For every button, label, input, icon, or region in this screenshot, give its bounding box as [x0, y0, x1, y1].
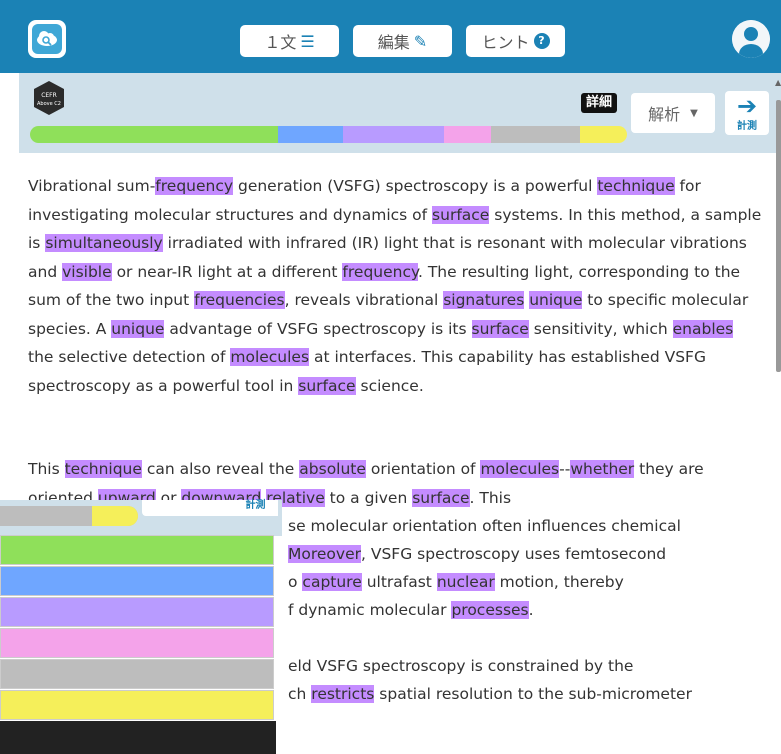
highlighted-word[interactable]: restricts	[311, 685, 375, 703]
text-run: to a given	[324, 488, 413, 507]
highlighted-word[interactable]: unique	[529, 291, 583, 309]
text-run: can also reveal the	[141, 460, 300, 478]
text-line: se molecular orientation often influence…	[288, 512, 681, 541]
overlay-color-row	[0, 721, 276, 754]
text-run: f dynamic molecular	[288, 601, 452, 619]
cefr-distribution-bar	[30, 126, 627, 143]
text-run: advantage of VSFG spectroscopy is its	[164, 319, 472, 338]
sentence-mode-button[interactable]: １文 ☰	[240, 25, 339, 57]
text-run: ultrafast	[361, 573, 437, 591]
edit-label: 編集	[377, 33, 410, 52]
measure-label: 計測	[737, 120, 757, 132]
text-run: . This	[469, 488, 512, 507]
overlay-color-row	[0, 659, 274, 689]
overlay-measure-button[interactable]: 計測	[233, 500, 278, 516]
text-line: Moreover, VSFG spectroscopy uses femtose…	[288, 540, 666, 569]
paragraph-1: Vibrational sum-frequency generation (VS…	[28, 172, 763, 400]
edit-button[interactable]: 編集 ✎	[353, 25, 452, 57]
cefr-bar-segment	[491, 126, 580, 143]
highlighted-word[interactable]: absolute	[299, 460, 366, 478]
overlay-color-row	[0, 535, 274, 565]
highlighted-word[interactable]: frequencies	[194, 291, 285, 309]
user-avatar-icon[interactable]	[732, 20, 770, 58]
cefr-badge-line1: CEFR	[41, 92, 57, 99]
overlay-color-row	[0, 597, 274, 627]
text-run: the selective detection of	[28, 348, 231, 366]
analysis-dropdown[interactable]: 解析 ▼	[631, 93, 715, 133]
scroll-up-icon[interactable]: ▲	[775, 78, 781, 87]
list-icon: ☰	[300, 31, 315, 51]
highlighted-word[interactable]: simultaneously	[45, 234, 163, 252]
text-run: , reveals vibrational	[284, 291, 444, 309]
caret-down-icon: ▼	[690, 107, 698, 119]
text-run: or near-IR light at a different	[111, 262, 343, 281]
cefr-bar-segment	[579, 126, 627, 143]
text-run: o	[288, 573, 303, 591]
hint-label: ヒント	[481, 33, 530, 52]
overlay-cefr-bar-yellow	[92, 506, 138, 526]
highlighted-word[interactable]: capture	[302, 573, 362, 591]
text-line: eld VSFG spectroscopy is constrained by …	[288, 652, 633, 681]
highlighted-word[interactable]: surface	[298, 376, 356, 395]
arrow-right-icon: ➔	[736, 91, 758, 120]
overlay-cefr-bar	[0, 506, 138, 526]
text-run: orientation of	[365, 460, 481, 478]
text-run: se molecular orientation often influence…	[288, 517, 681, 535]
highlighted-word[interactable]: molecules	[480, 460, 560, 478]
cefr-badge-line2: Above C2	[37, 101, 61, 107]
highlighted-word[interactable]: whether	[570, 460, 635, 478]
highlighted-word[interactable]: molecules	[230, 348, 310, 366]
scrollbar-thumb[interactable]	[776, 100, 781, 372]
overlay-color-row	[0, 566, 274, 596]
measure-button[interactable]: ➔ 計測	[725, 91, 769, 135]
text-run: sensitivity, which	[528, 319, 673, 338]
detail-button[interactable]: 詳細	[581, 93, 618, 113]
highlighted-word[interactable]: Moreover	[288, 545, 361, 563]
text-run: Vibrational sum-	[28, 177, 156, 195]
text-run: --	[559, 460, 571, 478]
text-run: This	[28, 460, 65, 478]
highlighted-word[interactable]: surface	[432, 205, 490, 224]
text-run: science.	[355, 376, 424, 395]
text-run: eld VSFG spectroscopy is constrained by …	[288, 657, 634, 675]
cloud-search-icon	[32, 24, 62, 54]
text-run: generation (VSFG) spectroscopy is a powe…	[233, 177, 598, 195]
text-run: motion, thereby	[494, 573, 624, 591]
cefr-bar-segment	[343, 126, 444, 143]
cefr-bar-segment	[443, 126, 492, 143]
overlay-color-row	[0, 690, 274, 720]
overlay-color-row	[0, 628, 274, 658]
text-line: ch restricts spatial resolution to the s…	[288, 680, 692, 709]
cefr-bar-segment	[30, 126, 279, 143]
pencil-icon: ✎	[413, 31, 428, 51]
app-logo[interactable]	[28, 20, 66, 58]
highlighted-word[interactable]: processes	[451, 601, 529, 619]
hint-button[interactable]: ヒント ?	[466, 25, 565, 57]
highlighted-word[interactable]: technique	[597, 177, 675, 195]
text-run: ch	[288, 685, 312, 703]
sentence-mode-label: １文	[264, 33, 297, 52]
cefr-bar-segment	[278, 126, 344, 143]
text-run: spatial resolution to the sub-micrometer	[374, 685, 692, 703]
text-line: f dynamic molecular processes.	[288, 596, 534, 625]
text-run: .	[528, 601, 534, 619]
highlighted-word[interactable]: surface	[412, 488, 470, 507]
analysis-label: 解析	[648, 105, 681, 124]
highlighted-word[interactable]: surface	[471, 319, 529, 338]
highlighted-word[interactable]: visible	[62, 262, 112, 281]
highlighted-word[interactable]: enables	[672, 319, 734, 338]
highlighted-word[interactable]: technique	[64, 460, 142, 478]
highlighted-word[interactable]: frequency	[155, 177, 234, 195]
highlighted-word[interactable]: signatures	[443, 291, 525, 309]
text-run: , VSFG spectroscopy uses femtosecond	[361, 545, 667, 563]
highlighted-word[interactable]: nuclear	[436, 573, 495, 591]
cefr-badge-icon: CEFR Above C2	[31, 80, 67, 116]
question-icon: ?	[533, 33, 550, 49]
text-line: o capture ultrafast nuclear motion, ther…	[288, 568, 624, 597]
highlighted-word[interactable]: unique	[111, 319, 165, 338]
highlighted-word[interactable]: frequency	[342, 262, 418, 281]
